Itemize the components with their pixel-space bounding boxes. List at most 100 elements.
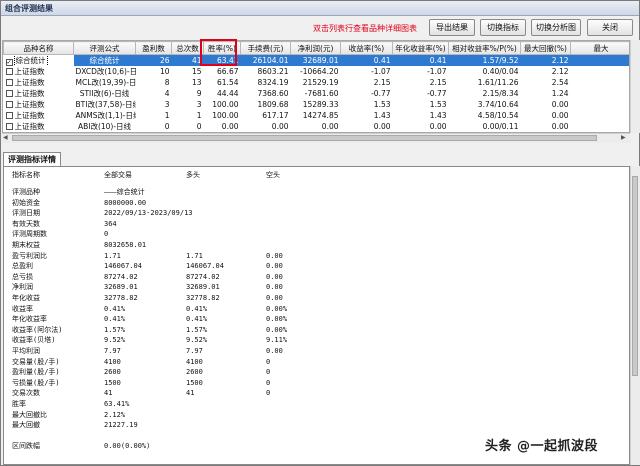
column-header[interactable]: 手续费(元) [240, 41, 291, 55]
row-checkbox[interactable] [5, 59, 13, 66]
scroll-left-icon[interactable]: ◀ [3, 134, 8, 142]
detail-metric-value: 0.00 [266, 347, 283, 355]
row-name-cell[interactable]: 上证指数 [4, 66, 74, 77]
detail-metric-value: 9.52% [186, 336, 208, 345]
cell-annual: -1.07 [427, 67, 447, 76]
detail-column-header: 多头 [186, 171, 200, 179]
row-name-cell[interactable]: 上证指数 [4, 88, 74, 99]
cell-fee: 1809.68 [257, 100, 289, 109]
title-bar: 组合评测结果 [1, 1, 639, 16]
detail-metric-value: 146067.04 [104, 262, 142, 271]
table-row[interactable]: 上证指数 ANMS改(1,1)-日线 1 1 100.00 617.17 14274.85 1… [4, 110, 630, 121]
detail-metric-value: 364 [104, 219, 117, 228]
watermark-text: 头条 @一起抓波段 [485, 439, 599, 454]
column-header[interactable]: 年化收益率(%) [392, 41, 449, 55]
column-header[interactable]: 品种名称 [3, 41, 74, 55]
detail-metric-name: 初始资金 [12, 198, 40, 207]
detail-metric-value: 1.57% [104, 325, 126, 334]
table-vertical-scrollbar[interactable] [630, 40, 640, 133]
column-header[interactable]: 评测公式 [73, 41, 136, 55]
row-checkbox[interactable] [5, 79, 13, 86]
row-name-cell[interactable]: 上证指数 [4, 121, 74, 132]
cell-winrate: 100.00 [212, 100, 239, 109]
switch-analysis-chart-button[interactable]: 切换分析图 [531, 19, 581, 36]
export-results-button[interactable]: 导出结果 [429, 19, 475, 36]
column-header[interactable]: 总次数 [171, 41, 204, 55]
cell-profit: -7681.60 [304, 89, 339, 98]
row-checkbox[interactable] [5, 68, 13, 75]
cell-total: 1 [196, 111, 202, 120]
table-row[interactable]: 上证指数 BTI改(37,58)-日线 3 3 100.00 1809.68 15289.3… [4, 99, 630, 110]
detail-metric-value: 0 [104, 230, 109, 239]
horizontal-scroll-thumb[interactable] [12, 135, 597, 141]
detail-metric-value: 32778.82 [104, 294, 138, 302]
detail-metric-value: 0.00 [266, 283, 283, 292]
column-header[interactable]: 盈利数 [135, 41, 172, 55]
detail-metric-value: 8032658.01 [104, 241, 147, 249]
cell-rel: 0.40/0.04 [482, 67, 519, 76]
cell-profit: 0.00 [321, 122, 339, 131]
cell-fee: 617.17 [262, 111, 289, 120]
detail-vertical-scrollbar[interactable] [630, 166, 640, 465]
cell-ret: -0.77 [371, 89, 391, 98]
detail-metric-value: 4100 [104, 357, 121, 366]
close-button[interactable]: 关闭 [587, 19, 633, 36]
detail-metric-value: 4100 [186, 357, 203, 366]
row-name-cell[interactable]: 上证指数 [4, 77, 74, 88]
row-checkbox[interactable] [5, 101, 13, 108]
cell-dd: 2.12 [520, 54, 571, 66]
detail-scroll-thumb[interactable] [632, 176, 638, 376]
cell-formula: DXCD改(10,6)-日线 [75, 67, 136, 76]
detail-column-header: 全部交易 [104, 171, 132, 179]
cell-total: 15 [191, 67, 202, 76]
detail-metric-value: 0 [266, 378, 271, 387]
cell-wins: 4 [164, 89, 170, 98]
table-row[interactable]: 上证指数 STII改(6)-日线 4 9 44.44 7368.60 -7681.60 -0.… [4, 88, 630, 99]
tab-evaluation-details[interactable]: 评测指标详情 [3, 152, 61, 166]
row-checkbox[interactable] [5, 90, 13, 97]
cell-ret: 1.53 [373, 100, 391, 109]
detail-metric-value: 1.71 [186, 251, 203, 260]
scroll-right-icon[interactable]: ▶ [621, 134, 626, 142]
cell-ret: 2.15 [373, 78, 391, 87]
cell-dd: 2.54 [551, 78, 569, 87]
switch-indicator-button[interactable]: 切换指标 [480, 19, 526, 36]
cell-wins: 3 [164, 100, 170, 109]
cell-fee: 26104.01 [240, 54, 291, 66]
column-header[interactable]: 最大回撤(%) [520, 41, 571, 55]
cell-rel: 0.00/0.11 [482, 122, 519, 131]
detail-metric-name: 胜率 [12, 400, 26, 408]
table-row[interactable]: 上证指数 DXCD改(10,6)-日线 10 15 66.67 8603.21 -10664… [4, 66, 630, 77]
cell-annual: 1.43 [429, 111, 447, 120]
row-checkbox[interactable] [5, 123, 13, 130]
detail-metric-value: 0.00 [266, 262, 283, 271]
detail-metric-value: 87274.02 [104, 272, 138, 281]
cell-empty [571, 121, 630, 132]
detail-metric-value: 1.71 [104, 251, 121, 260]
cell-profit: -10664.20 [300, 67, 339, 76]
cell-formula: BTI改(37,58)-日线 [75, 100, 136, 109]
detail-metric-name: 期末权益 [12, 241, 40, 249]
row-checkbox[interactable] [5, 112, 13, 119]
column-header[interactable]: 净利润(元) [290, 41, 341, 55]
column-header[interactable]: 收益率(%) [340, 41, 393, 55]
row-name-cell[interactable]: 综合统计 [3, 54, 74, 66]
detail-metric-value: 32778.82 [186, 294, 220, 302]
column-header[interactable]: 最大 [570, 41, 629, 55]
detail-metric-value: 1.57% [186, 325, 208, 334]
cell-winrate: 66.67 [217, 67, 239, 76]
table-row[interactable]: 综合统计综合统计264163.4126104.0132689.010.410.4… [3, 54, 629, 66]
table-row[interactable]: 上证指数 ABI改(10)-日线 0 0 0.00 0.00 0.00 0.00 0.00 0.0… [4, 121, 630, 132]
table-horizontal-scrollbar[interactable]: ◀ ▶ [2, 133, 630, 143]
column-header[interactable]: 胜率(%) [203, 41, 241, 55]
table-row[interactable]: 上证指数 MCL改(19,39)-日线 8 13 61.54 8324.19 21529.1… [4, 77, 630, 88]
row-name-cell[interactable]: 上证指数 [4, 110, 74, 121]
row-name-cell[interactable]: 上证指数 [4, 99, 74, 110]
column-header[interactable]: 相对收益率%/P(%) [448, 41, 521, 55]
cell-total: 13 [191, 78, 202, 87]
detail-metric-value: 0.41% [186, 304, 208, 313]
detail-metric-value: 0 [266, 368, 271, 377]
cell-winrate: 61.54 [217, 78, 239, 87]
results-table-container: 品种名称 评测公式 盈利数 总次数 胜率(%) 手续费(元) 净利润(元) 收益率(%) 年化收… [2, 40, 630, 133]
cell-dd: 2.12 [551, 67, 569, 76]
